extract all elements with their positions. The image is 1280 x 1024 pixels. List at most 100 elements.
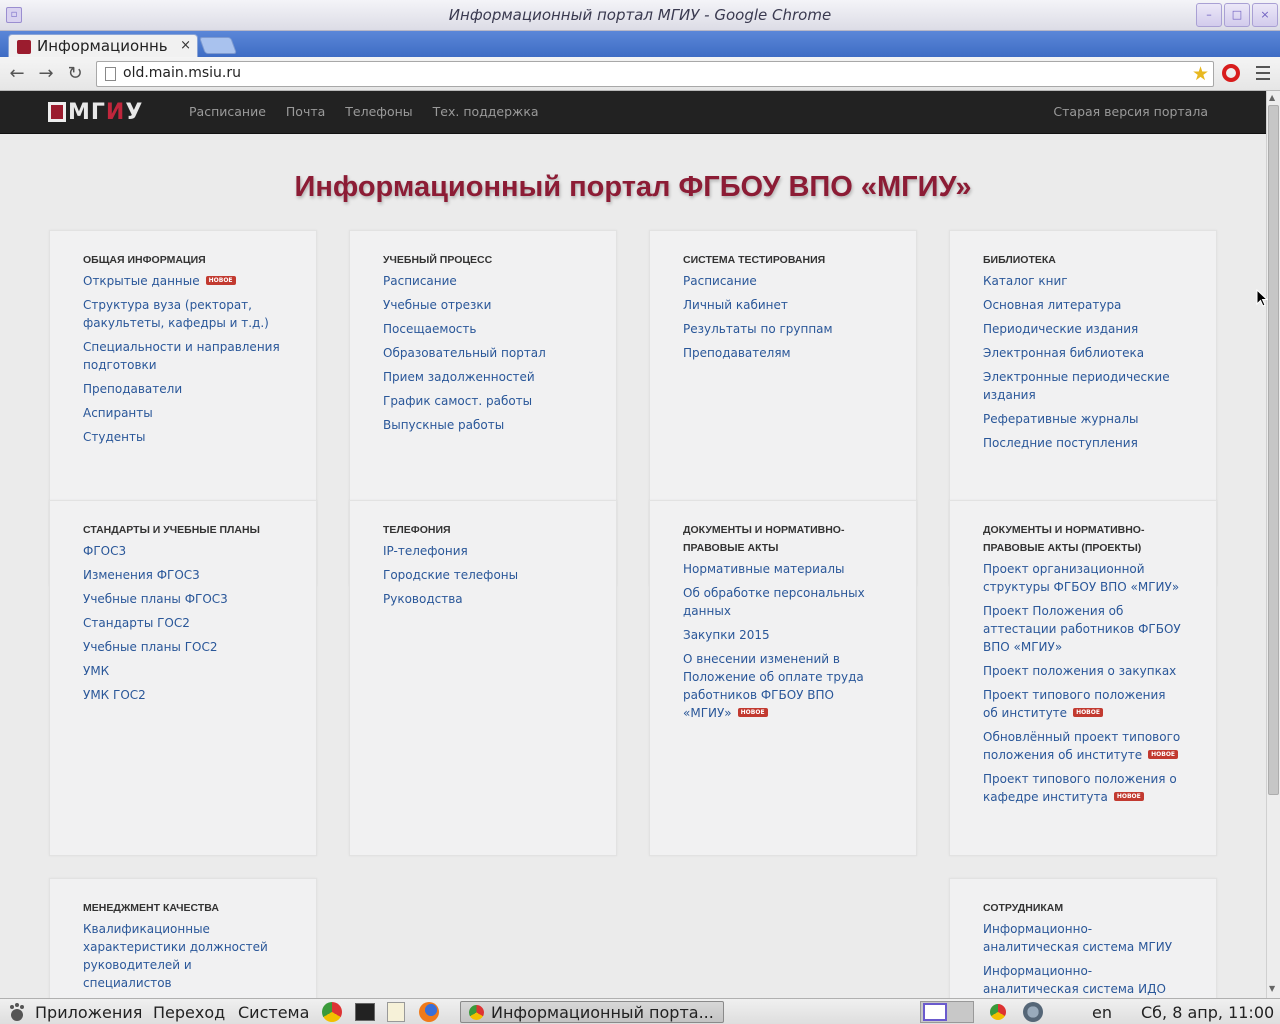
card-link[interactable]: Проект типового положения о кафедре инст… (983, 772, 1177, 804)
scroll-up-icon[interactable]: ▲ (1269, 93, 1275, 102)
card-link-item: Преподаватели (83, 380, 284, 398)
card-link[interactable]: Проект организационной структуры ФГБОУ В… (983, 562, 1179, 594)
card-link-item: Электронная библиотека (983, 344, 1184, 362)
card-link[interactable]: Учебные отрезки (383, 298, 491, 312)
card-title: ДОКУМЕНТЫ И НОРМАТИВНО-ПРАВОВЫЕ АКТЫ (683, 524, 845, 554)
card-link[interactable]: Городские телефоны (383, 568, 518, 582)
places-menu[interactable]: Переход (153, 1003, 225, 1022)
maximize-button[interactable]: □ (1224, 3, 1250, 27)
card-link[interactable]: Нормативные материалы (683, 562, 844, 576)
card-link[interactable]: Прием задолженностей (383, 370, 535, 384)
keyboard-layout-indicator[interactable]: en (1092, 1003, 1112, 1022)
address-bar[interactable]: old.main.msiu.ru ★ (96, 61, 1214, 87)
terminal-launcher-icon[interactable] (355, 1003, 375, 1021)
clock[interactable]: Сб, 8 апр, 11:00 (1141, 1003, 1274, 1022)
card-link-list: Нормативные материалы Об обработке персон… (683, 560, 884, 722)
card-link[interactable]: Закупки 2015 (683, 628, 770, 642)
card-link[interactable]: Личный кабинет (683, 298, 788, 312)
card-link[interactable]: Изменения ФГОС3 (83, 568, 200, 582)
card-link[interactable]: Выпускные работы (383, 418, 504, 432)
reload-icon[interactable]: ↻ (64, 63, 86, 84)
close-button[interactable]: × (1252, 3, 1278, 27)
card-link[interactable]: Расписание (683, 274, 757, 288)
new-tab-button[interactable] (198, 37, 238, 54)
old-version-link[interactable]: Старая версия портала (1053, 104, 1208, 119)
card-link[interactable]: Электронная библиотека (983, 346, 1144, 360)
new-badge: НОВОЕ (737, 708, 768, 717)
card-link[interactable]: Посещаемость (383, 322, 476, 336)
text-editor-launcher-icon[interactable] (387, 1002, 405, 1022)
card-link[interactable]: Аспиранты (83, 406, 153, 420)
card-link[interactable]: Специальности и направления подготовки (83, 340, 280, 372)
card-link[interactable]: График самост. работы (383, 394, 532, 408)
card-link[interactable]: Информационно-аналитическая система МГИУ (983, 922, 1172, 954)
page-scrollbar[interactable]: ▲ ▼ (1266, 91, 1280, 998)
card-link[interactable]: Расписание (383, 274, 457, 288)
window-titlebar: ▫ Информационный портал МГИУ - Google Ch… (0, 0, 1280, 31)
bookmark-star-icon[interactable]: ★ (1192, 63, 1209, 85)
chrome-launcher-icon[interactable] (322, 1002, 342, 1022)
card-link[interactable]: Проект положения о закупках (983, 664, 1176, 678)
taskbar-window-button[interactable]: Информационный порта... (460, 1001, 724, 1023)
site-logo[interactable]: МГИУ (48, 100, 143, 125)
chrome-tray-icon[interactable] (990, 1004, 1006, 1020)
nav-support[interactable]: Тех. поддержка (433, 104, 539, 119)
tab-close-icon[interactable]: × (180, 38, 191, 53)
card-link[interactable]: Открытые данные (83, 274, 200, 288)
system-menu[interactable]: Система (238, 1003, 309, 1022)
card-link[interactable]: IP-телефония (383, 544, 468, 558)
card-link[interactable]: Последние поступления (983, 436, 1138, 450)
card-link-item: Расписание (683, 272, 884, 290)
card-link[interactable]: Об обработке персональных данных (683, 586, 865, 618)
chrome-icon (469, 1005, 484, 1020)
gnome-foot-icon[interactable] (7, 1002, 27, 1022)
card-link[interactable]: Руководства (383, 592, 463, 606)
nav-schedule[interactable]: Расписание (189, 104, 266, 119)
network-globe-icon[interactable] (1023, 1002, 1043, 1022)
minimize-button[interactable]: – (1196, 3, 1222, 27)
card-link[interactable]: Информационно-аналитическая система ИДО (983, 964, 1166, 996)
card-link-item: Информационно-аналитическая система МГИУ (983, 920, 1184, 956)
card-link[interactable]: Студенты (83, 430, 145, 444)
nav-phones[interactable]: Телефоны (345, 104, 412, 119)
card-link-item: Городские телефоны (383, 566, 584, 584)
card-link[interactable]: Образовательный портал (383, 346, 546, 360)
url-text[interactable]: old.main.msiu.ru (123, 65, 241, 81)
card-link[interactable]: Преподавателям (683, 346, 791, 360)
card-link[interactable]: О внесении изменений в Положение об опла… (683, 652, 864, 720)
card-link[interactable]: Каталог книг (983, 274, 1068, 288)
card-link-item: Изменения ФГОС3 (83, 566, 284, 584)
back-icon[interactable]: ← (6, 63, 28, 84)
card-link[interactable]: Стандарты ГОС2 (83, 616, 190, 630)
card-link[interactable]: УМК ГОС2 (83, 688, 146, 702)
card-link[interactable]: Периодические издания (983, 322, 1138, 336)
card-link-list: ФГОС3 Изменения ФГОС3 Учебные планы ФГОС3 С… (83, 542, 284, 704)
chrome-menu-icon[interactable] (1256, 66, 1270, 84)
browser-tab[interactable]: Информационнь × (8, 34, 198, 58)
card-link[interactable]: Учебные планы ФГОС3 (83, 592, 228, 606)
card-link[interactable]: УМК (83, 664, 109, 678)
card-link[interactable]: ФГОС3 (83, 544, 126, 558)
card-link[interactable]: Результаты по группам (683, 322, 833, 336)
card-link[interactable]: Учебные планы ГОС2 (83, 640, 217, 654)
card-link[interactable]: Структура вуза (ректорат, факультеты, ка… (83, 298, 269, 330)
scroll-down-icon[interactable]: ▼ (1269, 984, 1275, 993)
card-link-item: Открытые данные НОВОЕ (83, 272, 284, 290)
card-link[interactable]: Преподаватели (83, 382, 182, 396)
extension-icon[interactable] (1222, 64, 1240, 82)
card-link[interactable]: Квалификационные характеристики должност… (83, 922, 268, 990)
firefox-launcher-icon[interactable] (419, 1002, 439, 1022)
card-8: МЕНЕДЖМЕНТ КАЧЕСТВА Квалификационные хара… (49, 878, 317, 998)
nav-mail[interactable]: Почта (286, 104, 325, 119)
workspace-1[interactable] (923, 1003, 947, 1021)
card-link[interactable]: Реферативные журналы (983, 412, 1138, 426)
applications-menu[interactable]: Приложения (35, 1003, 142, 1022)
workspace-switcher[interactable] (920, 1001, 974, 1023)
card-link-item: Проект типового положения о кафедре инст… (983, 770, 1184, 806)
scrollbar-thumb[interactable] (1268, 105, 1279, 795)
forward-icon[interactable]: → (35, 63, 57, 84)
card-link[interactable]: Основная литература (983, 298, 1121, 312)
card-link[interactable]: Проект Положения об аттестации работнико… (983, 604, 1181, 654)
card-link[interactable]: Электронные периодические издания (983, 370, 1170, 402)
site-navbar: МГИУ Расписание Почта Телефоны Тех. подд… (0, 91, 1266, 134)
